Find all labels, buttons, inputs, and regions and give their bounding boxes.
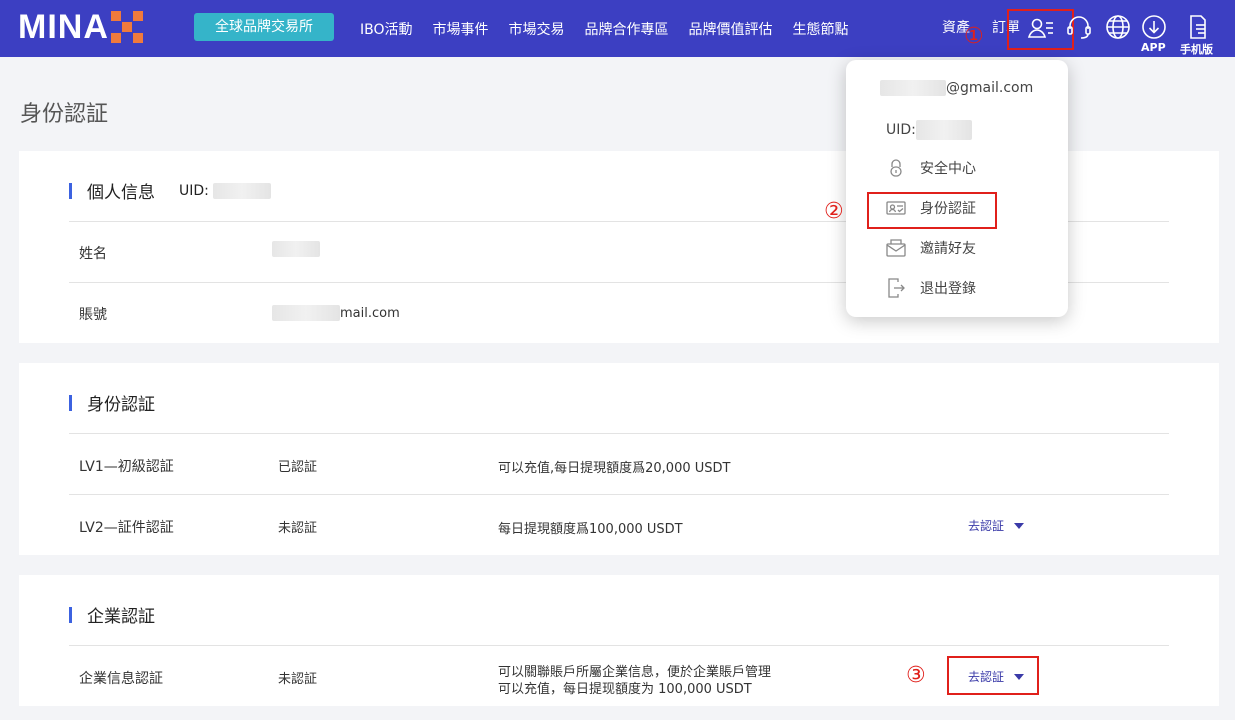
email-suffix: @gmail.com	[946, 80, 1034, 96]
envelope-icon	[886, 239, 906, 257]
mobile-version-label[interactable]: 手机版	[1180, 41, 1213, 57]
personal-info-heading: 個人信息 UID:	[69, 178, 272, 203]
annotation-number-2: ②	[824, 199, 844, 224]
nav-market-trade[interactable]: 市場交易	[509, 19, 565, 39]
divider	[69, 494, 1169, 495]
lv2-verify-label: 去認証	[968, 519, 1005, 533]
logout-icon	[888, 278, 905, 298]
enterprise-heading: 企業認証	[69, 602, 155, 627]
account-redacted	[272, 305, 340, 321]
enterprise-verification-card: 企業認証 企業信息認証 未認証 可以關聯賬戶所屬企業信息，便於企業賬戶管理 可以…	[19, 575, 1219, 706]
section-accent-bar	[69, 394, 72, 411]
menu-item-logout-label: 退出登錄	[920, 281, 976, 297]
email-redacted	[880, 80, 946, 96]
account-label: 賬號	[79, 307, 107, 323]
lv2-level: LV2—証件認証	[79, 520, 174, 536]
identity-verification-card: 身份認証 LV1—初級認証 已認証 可以充值,每日提現額度爲20,000 USD…	[19, 363, 1219, 555]
name-label: 姓名	[79, 246, 107, 262]
menu-item-logout[interactable]: 退出登錄	[886, 278, 976, 298]
nav-ibo[interactable]: IBO活動	[360, 19, 413, 39]
page-title: 身份認証	[20, 102, 109, 127]
enterprise-status: 未認証	[278, 672, 318, 687]
menu-item-security-label: 安全中心	[920, 161, 976, 177]
globe-language-icon[interactable]	[1104, 13, 1132, 41]
lv1-level: LV1—初級認証	[79, 459, 174, 475]
caret-down-icon	[1014, 522, 1025, 529]
dropdown-uid-label: UID:	[886, 122, 916, 138]
divider	[69, 645, 1169, 646]
nav-market-events[interactable]: 市場事件	[433, 19, 489, 39]
top-nav-bar: MINA 全球品牌交易所 IBO活動 市場事件 市場交易 品牌合作專區 品牌價值…	[0, 0, 1235, 57]
lv2-verify-link[interactable]: 去認証	[968, 517, 1025, 534]
download-app-icon[interactable]	[1140, 13, 1168, 41]
uid-label: UID:	[179, 182, 214, 199]
enterprise-level: 企業信息認証	[79, 671, 163, 687]
nav-eco-nodes[interactable]: 生態節點	[793, 19, 849, 39]
annotation-number-1: ①	[964, 24, 984, 49]
global-brand-exchange-button[interactable]: 全球品牌交易所	[194, 13, 334, 41]
menu-item-security-center[interactable]: 安全中心	[886, 158, 976, 178]
lv1-description: 可以充值,每日提現額度爲20,000 USDT	[498, 461, 731, 476]
personal-info-title: 個人信息	[87, 183, 155, 203]
section-accent-bar	[69, 182, 72, 199]
mina-logo[interactable]: MINA	[18, 10, 143, 44]
dropdown-uid-redacted	[915, 120, 972, 140]
dropdown-uid: UID:	[886, 120, 972, 140]
annotation-box-user-menu	[1007, 9, 1074, 50]
lv1-status: 已認証	[278, 460, 318, 475]
divider	[69, 433, 1169, 434]
logo-text: MINA	[18, 8, 109, 46]
uid-redacted	[213, 182, 272, 199]
account-value: mail.com	[272, 305, 400, 321]
enterprise-title: 企業認証	[87, 607, 155, 627]
logo-x-mark	[110, 11, 143, 43]
nav-brand-valuation[interactable]: 品牌價值評估	[689, 19, 773, 39]
app-label[interactable]: APP	[1141, 41, 1166, 54]
enterprise-description-line2: 可以充值，每日提现額度为 100,000 USDT	[498, 682, 752, 697]
personal-uid: UID:	[179, 182, 272, 199]
identity-title: 身份認証	[87, 395, 155, 415]
identity-heading: 身份認証	[69, 390, 155, 415]
mobile-version-icon[interactable]	[1183, 13, 1211, 41]
annotation-box-identity-menu	[867, 192, 997, 229]
menu-item-invite-label: 邀請好友	[920, 241, 976, 257]
lock-icon	[890, 159, 902, 177]
name-redacted	[272, 241, 320, 257]
nav-brand-coop[interactable]: 品牌合作專區	[585, 19, 669, 39]
customer-support-icon[interactable]	[1065, 13, 1093, 41]
account-suffix: mail.com	[340, 305, 400, 321]
annotation-number-3: ③	[906, 663, 926, 688]
main-nav: IBO活動 市場事件 市場交易 品牌合作專區 品牌價值評估 生態節點	[360, 0, 869, 57]
user-dropdown-menu: @gmail.com UID: 安全中心 身份認証 ② 邀請好友 退出登錄	[824, 60, 1068, 317]
menu-item-invite-friends[interactable]: 邀請好友	[886, 238, 976, 258]
lv2-description: 每日提現額度爲100,000 USDT	[498, 522, 683, 537]
dropdown-email: @gmail.com	[880, 80, 1033, 96]
annotation-box-enterprise-verify	[947, 656, 1039, 695]
lv2-status: 未認証	[278, 521, 318, 536]
section-accent-bar	[69, 606, 72, 623]
